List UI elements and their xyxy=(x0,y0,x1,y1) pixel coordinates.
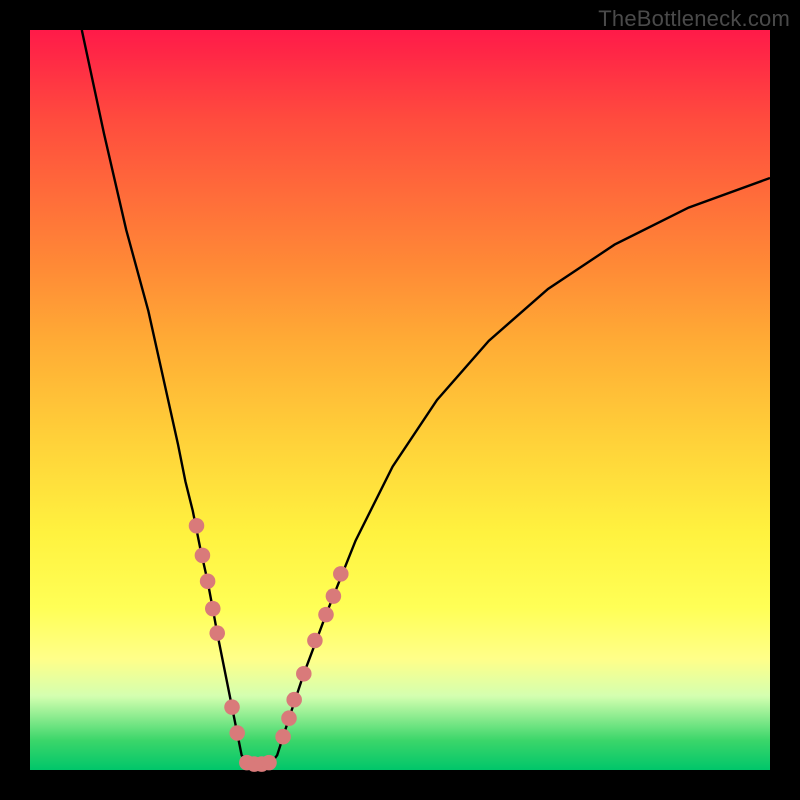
data-marker xyxy=(326,588,342,604)
data-marker xyxy=(333,566,349,582)
data-marker xyxy=(296,666,312,682)
data-marker xyxy=(205,601,221,617)
data-marker xyxy=(275,729,291,745)
data-marker xyxy=(286,692,302,708)
data-marker xyxy=(209,625,225,641)
data-marker xyxy=(318,607,334,623)
data-marker xyxy=(189,518,205,534)
data-marker xyxy=(261,755,277,771)
data-marker xyxy=(200,574,216,590)
data-marker xyxy=(224,699,240,715)
data-marker xyxy=(229,725,245,741)
chart-svg xyxy=(30,30,770,770)
watermark-text: TheBottleneck.com xyxy=(598,6,790,32)
data-marker xyxy=(281,710,297,726)
data-marker xyxy=(307,633,323,649)
data-marker xyxy=(195,548,211,564)
bottleneck-curve xyxy=(82,30,770,764)
